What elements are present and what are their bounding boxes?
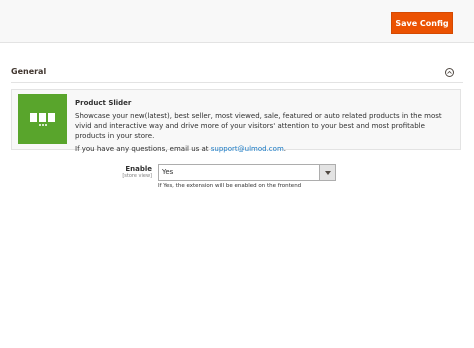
enable-select[interactable]: Yes bbox=[158, 164, 336, 181]
collapse-icon[interactable] bbox=[445, 68, 454, 77]
support-email-link[interactable]: support@ulmod.com bbox=[211, 145, 284, 153]
dropdown-arrow-icon[interactable] bbox=[319, 165, 335, 180]
contact-line: If you have any questions, email us at s… bbox=[75, 144, 457, 154]
section-divider bbox=[11, 82, 463, 83]
product-slider-logo-icon bbox=[18, 94, 67, 144]
enable-scope: [store view] bbox=[122, 173, 152, 179]
section-title[interactable]: General bbox=[11, 67, 46, 76]
extension-name: Product Slider bbox=[75, 99, 132, 107]
contact-prefix: If you have any questions, email us at bbox=[75, 145, 211, 153]
page-actions-bar: Save Config bbox=[0, 0, 474, 43]
enable-note: If Yes, the extension will be enabled on… bbox=[158, 183, 302, 189]
extension-info-box: Product Slider Showcase your new(latest)… bbox=[11, 89, 461, 153]
enable-select-value: Yes bbox=[162, 168, 174, 176]
save-config-button[interactable]: Save Config bbox=[391, 12, 453, 34]
extension-description: Showcase your new(latest), best seller, … bbox=[75, 112, 442, 140]
contact-suffix: . bbox=[283, 145, 286, 153]
enable-label: Enable bbox=[125, 165, 152, 173]
